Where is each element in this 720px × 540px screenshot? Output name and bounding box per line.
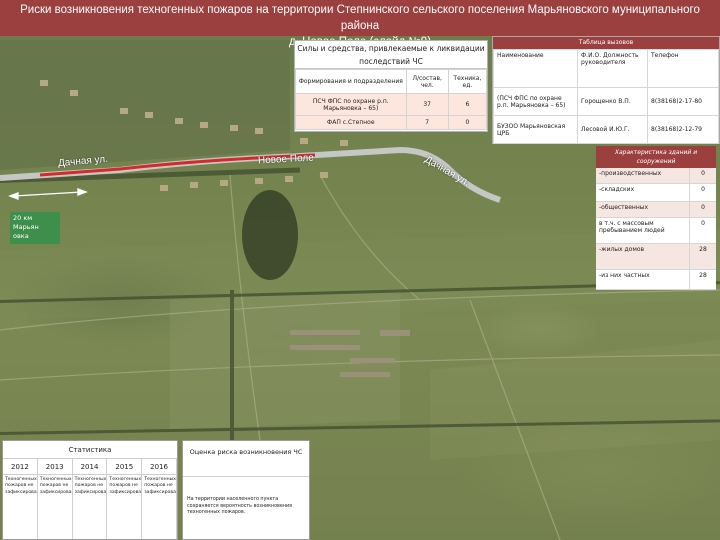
slide-title: Риски возникновения техногенных пожаров …	[0, 0, 720, 48]
table-row: ФАП с.Степное 7 0	[295, 115, 488, 130]
year-cell: 2013	[37, 459, 73, 475]
table-row: ПСЧ ФПС по охране р.п. Марьяновка – 65) …	[295, 93, 488, 116]
risk-text: На территории населенного пункта сохраня…	[187, 497, 292, 515]
statistics-table: Статистика 2012 2013 2014 2015 2016 Техн…	[2, 440, 178, 540]
row-label: -жилых домов	[596, 244, 690, 269]
table-cell: 7	[405, 115, 449, 130]
statistics-values-row: Техногенных пожаров не зафиксировано Тех…	[3, 475, 177, 539]
table-row: БУЗОО Марьяновская ЦРБ Лесовой И.Ю.Г. 8(…	[493, 115, 719, 144]
table-row: -из них частных 28	[596, 270, 716, 290]
table-row: (ПСЧ ФПС по охране р.п. Марьяновка – 65)…	[493, 87, 719, 116]
table-row: -жилых домов 28	[596, 244, 716, 270]
table-cell: Горощенко В.П.	[577, 87, 648, 116]
distance-line-1: 20 км	[13, 214, 33, 222]
table-cell: ФАП с.Степное	[295, 115, 407, 130]
phone-cell[interactable]: 8(38168)2-17-80	[647, 87, 719, 116]
dark-area	[242, 190, 298, 280]
buildings-table: Характеристика зданий и сооружений -прои…	[596, 146, 716, 290]
row-label: -из них частных	[596, 270, 690, 289]
row-value: 0	[701, 186, 705, 193]
title-line-1: Риски возникновения техногенных пожаров …	[20, 4, 700, 32]
value-cell: Техногенных пожаров не зафиксировано	[142, 475, 177, 539]
year-cell: 2015	[107, 459, 143, 475]
row-value: 0	[701, 204, 705, 211]
row-value: 0	[701, 170, 705, 177]
table-header-row: Формирования и подразделения Л/состав, ч…	[295, 69, 488, 94]
year-cell: 2012	[3, 459, 38, 475]
row-value: 28	[699, 246, 707, 253]
row-label: -складских	[596, 184, 690, 201]
table-row: в т.ч. с массовым пребыванием людей 0	[596, 218, 716, 244]
forces-table-caption: Силы и средства, привлекаемые к ликвидац…	[295, 41, 487, 69]
table-cell: (ПСЧ ФПС по охране р.п. Марьяновка – 65)	[493, 87, 578, 116]
table-cell: 37	[405, 93, 449, 116]
year-cell: 2016	[142, 459, 177, 475]
risk-assessment: Оценка риска возникновения ЧС На террито…	[182, 440, 310, 540]
row-value: 0	[701, 220, 705, 227]
table-row: -производственных 0	[596, 168, 716, 184]
statistics-title: Статистика	[3, 441, 177, 459]
distance-marker: 20 км Марьян овка	[10, 212, 60, 244]
row-label: в т.ч. с массовым пребыванием людей	[596, 218, 690, 243]
row-label: -производственных	[596, 168, 690, 183]
value-cell: Техногенных пожаров не зафиксировано	[38, 475, 73, 539]
distance-arrow	[8, 188, 88, 200]
risk-title: Оценка риска возникновения ЧС	[183, 441, 309, 477]
table-row: -складских 0	[596, 184, 716, 202]
forces-table-grid: Формирования и подразделения Л/состав, ч…	[295, 69, 488, 130]
statistics-years-row: 2012 2013 2014 2015 2016	[3, 459, 177, 475]
calls-table-title: Таблица вызовов	[493, 37, 719, 49]
column-header: Ф.И.О. Должность руководителя	[577, 49, 648, 88]
value-cell: Техногенных пожаров не зафиксировано	[3, 475, 38, 539]
phone-cell[interactable]: 8(38168)2-12-79	[647, 115, 719, 144]
calls-table-grid: Наименование Ф.И.О. Должность руководите…	[493, 49, 719, 144]
distance-line-2: Марьян	[13, 223, 39, 231]
distance-line-3: овка	[13, 232, 29, 240]
row-value: 28	[699, 272, 707, 279]
year-cell: 2014	[72, 459, 108, 475]
value-cell: Техногенных пожаров не зафиксировано	[107, 475, 143, 539]
column-header: Формирования и подразделения	[295, 69, 407, 94]
table-cell: БУЗОО Марьяновская ЦРБ	[493, 115, 578, 144]
buildings-table-title: Характеристика зданий и сооружений	[596, 146, 716, 168]
row-label: -общественных	[596, 202, 690, 217]
table-cell: 6	[447, 93, 488, 116]
column-header: Наименование	[493, 49, 578, 88]
table-cell: 0	[447, 115, 488, 130]
table-cell: Лесовой И.Ю.Г.	[577, 115, 648, 144]
table-cell: ПСЧ ФПС по охране р.п. Марьяновка – 65)	[295, 93, 407, 116]
column-header: Телефон	[647, 49, 719, 88]
table-row: -общественных 0	[596, 202, 716, 218]
forces-table: Силы и средства, привлекаемые к ликвидац…	[294, 40, 488, 132]
calls-table: Таблица вызовов Наименование Ф.И.О. Долж…	[492, 36, 720, 144]
table-header-row: Наименование Ф.И.О. Должность руководите…	[493, 49, 719, 88]
value-cell: Техногенных пожаров не зафиксировано	[73, 475, 108, 539]
column-header: Л/состав, чел.	[405, 69, 449, 94]
column-header: Техника, ед.	[447, 69, 488, 94]
